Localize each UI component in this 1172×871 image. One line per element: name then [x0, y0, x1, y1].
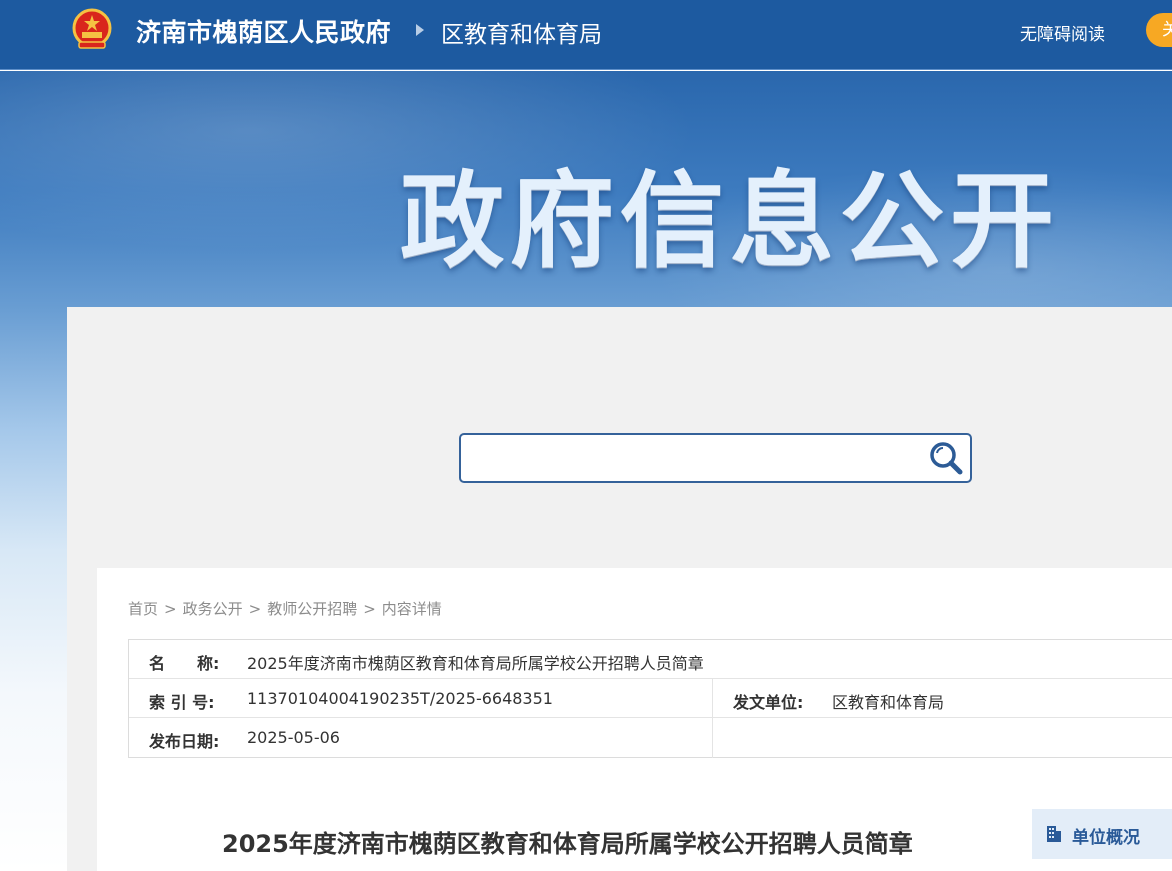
banner-title: 政府信息公开 [400, 160, 1061, 282]
accessibility-reading-link[interactable]: 无障碍阅读 [1020, 20, 1105, 45]
issuer-label: 发文单位: [733, 693, 804, 712]
department-name[interactable]: 区教育和体育局 [441, 15, 602, 49]
building-icon [1046, 825, 1062, 843]
top-bar: 济南市槐荫区人民政府 区教育和体育局 无障碍阅读 关 [0, 0, 1172, 70]
name-label: 名 称: [149, 654, 220, 673]
sidebar-tab-label: 单位概况 [1072, 828, 1140, 848]
breadcrumb-home[interactable]: 首页 [128, 600, 158, 618]
metadata-row-name: 名 称: 2025年度济南市槐荫区教育和体育局所属学校公开招聘人员简章 [129, 640, 1172, 679]
metadata-row-index: 索 引 号: 11370104004190235T/2025-6648351 发… [129, 679, 1172, 718]
breadcrumb-separator: > [363, 600, 376, 618]
sidebar-tab-unit-overview[interactable]: 单位概况 [1032, 809, 1172, 859]
metadata-row-date: 发布日期: 2025-05-06 [129, 718, 1172, 757]
search-input[interactable] [469, 441, 919, 475]
breadcrumb-teacher-recruitment[interactable]: 教师公开招聘 [267, 600, 357, 618]
search-box [459, 433, 972, 483]
breadcrumb: 首页 > 政务公开 > 教师公开招聘 > 内容详情 [128, 598, 442, 619]
search-icon[interactable] [927, 439, 967, 477]
name-value: 2025年度济南市槐荫区教育和体育局所属学校公开招聘人员简章 [247, 654, 704, 673]
breadcrumb-separator: > [164, 600, 177, 618]
national-emblem-icon[interactable] [71, 8, 113, 52]
table-divider [712, 679, 713, 758]
document-metadata-table: 名 称: 2025年度济南市槐荫区教育和体育局所属学校公开招聘人员简章 索 引 … [128, 639, 1172, 758]
article-title: 2025年度济南市槐荫区教育和体育局所属学校公开招聘人员简章 [222, 830, 913, 858]
header-separator-arrow-icon [416, 24, 424, 36]
breadcrumb-current: 内容详情 [381, 600, 442, 618]
breadcrumb-gov-affairs[interactable]: 政务公开 [183, 600, 243, 618]
index-value: 11370104004190235T/2025-6648351 [247, 689, 553, 708]
index-label: 索 引 号: [149, 693, 215, 712]
issuer-value: 区教育和体育局 [832, 693, 945, 712]
date-value: 2025-05-06 [247, 728, 340, 747]
breadcrumb-separator: > [248, 600, 262, 618]
date-label: 发布日期: [149, 732, 220, 751]
care-mode-button[interactable]: 关 [1146, 13, 1172, 47]
site-name[interactable]: 济南市槐荫区人民政府 [136, 13, 391, 49]
